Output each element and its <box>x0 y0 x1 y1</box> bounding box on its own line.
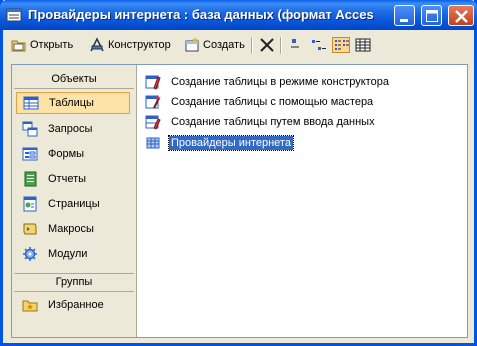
title-bar[interactable]: Провайдеры интернета : база данных (форм… <box>0 0 477 30</box>
list-item-providers-table[interactable]: Провайдеры интернета <box>145 134 294 152</box>
delete-icon <box>260 38 274 52</box>
report-icon <box>24 171 37 187</box>
access-database-window: Провайдеры интернета : база данных (форм… <box>0 0 477 346</box>
sidebar-item-label: Страницы <box>48 198 100 210</box>
macro-icon <box>23 223 37 235</box>
maximize-icon <box>426 10 438 22</box>
sidebar-item-label: Отчеты <box>48 173 87 185</box>
sidebar-item-label: Запросы <box>48 123 93 135</box>
sidebar-item-label: Формы <box>48 148 85 160</box>
sidebar-item-label: Таблицы <box>49 97 94 109</box>
design-icon <box>90 37 104 52</box>
query-icon <box>22 121 38 137</box>
design-button[interactable]: Конструктор <box>89 36 171 54</box>
sidebar-item-modules[interactable]: Модули <box>16 243 130 265</box>
database-content: Объекты Таблицы Запросы Формы Отчеты Стр… <box>11 64 468 338</box>
large-icons-view-icon <box>291 39 299 48</box>
sidebar-item-macros[interactable]: Макросы <box>16 218 130 240</box>
minimize-button[interactable] <box>394 5 415 26</box>
form-icon <box>22 147 38 161</box>
toolbar-separator <box>280 37 282 54</box>
small-icons-view-button[interactable] <box>310 37 328 53</box>
toolbar-separator <box>251 37 253 54</box>
list-view-button[interactable] <box>332 37 350 53</box>
list-item-create-design[interactable]: Создание таблицы в режиме конструктора <box>145 73 391 91</box>
create-button-label: Создать <box>203 39 245 51</box>
open-icon <box>11 40 26 52</box>
module-icon <box>23 247 37 261</box>
sidebar-item-queries[interactable]: Запросы <box>16 118 130 140</box>
list-view-icon <box>335 40 349 50</box>
sidebar-item-forms[interactable]: Формы <box>16 143 130 165</box>
list-item-label: Создание таблицы в режиме конструктора <box>171 76 389 88</box>
create-design-icon <box>145 75 161 90</box>
objects-sidebar: Объекты Таблицы Запросы Формы Отчеты Стр… <box>12 65 137 337</box>
favorites-icon <box>22 300 38 312</box>
list-item-label: Создание таблицы путем ввода данных <box>171 116 375 128</box>
details-view-icon <box>355 38 371 52</box>
sidebar-item-tables[interactable]: Таблицы <box>16 92 130 114</box>
close-icon <box>455 10 468 23</box>
details-view-button[interactable] <box>354 37 372 53</box>
create-button[interactable]: Создать <box>184 36 245 54</box>
create-icon <box>185 37 199 52</box>
maximize-button[interactable] <box>421 5 442 26</box>
create-entry-icon <box>145 115 161 130</box>
create-wizard-icon <box>145 95 161 109</box>
database-window-icon <box>6 8 22 22</box>
database-toolbar: Открыть Конструктор Создать <box>3 30 474 60</box>
objects-group-header[interactable]: Объекты <box>14 71 134 89</box>
sidebar-item-label: Избранное <box>48 299 104 311</box>
close-button[interactable] <box>448 5 474 26</box>
minimize-icon <box>400 19 408 22</box>
table-icon <box>146 137 160 149</box>
groups-group-header[interactable]: Группы <box>14 273 134 292</box>
table-icon <box>23 96 39 110</box>
list-item-create-entry[interactable]: Создание таблицы путем ввода данных <box>145 113 377 131</box>
sidebar-item-favorites[interactable]: Избранное <box>16 294 130 316</box>
small-icons-view-icon <box>312 40 326 50</box>
window-title: Провайдеры интернета : база данных (форм… <box>28 7 374 22</box>
sidebar-item-label: Модули <box>48 248 88 260</box>
sidebar-item-pages[interactable]: Страницы <box>16 193 130 215</box>
open-button[interactable]: Открыть <box>11 36 73 54</box>
list-item-create-wizard[interactable]: Создание таблицы с помощью мастера <box>145 93 375 111</box>
sidebar-item-label: Макросы <box>48 223 94 235</box>
page-icon <box>23 196 37 212</box>
list-item-label: Создание таблицы с помощью мастера <box>171 96 374 108</box>
delete-button[interactable] <box>259 36 278 54</box>
large-icons-view-button[interactable] <box>288 37 306 53</box>
open-button-label: Открыть <box>30 39 74 51</box>
list-item-label: Провайдеры интернета <box>168 135 294 151</box>
design-button-label: Конструктор <box>108 39 171 51</box>
sidebar-item-reports[interactable]: Отчеты <box>16 168 130 190</box>
